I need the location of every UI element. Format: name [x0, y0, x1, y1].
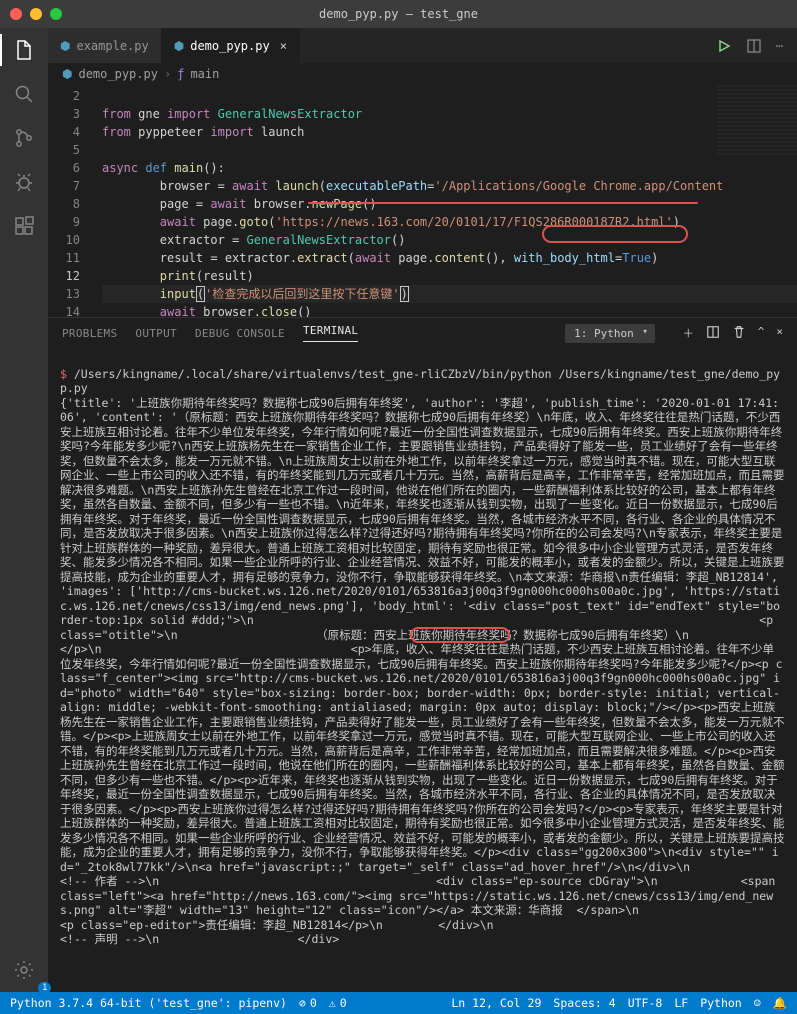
new-terminal-icon[interactable]: ＋	[683, 325, 694, 341]
panel-tab-terminal[interactable]: Terminal	[303, 324, 358, 342]
terminal-body: {'title': '上班族你期待年终奖吗？数据称七成90后拥有年终奖', 'a…	[60, 396, 797, 947]
settings-gear-icon[interactable]: 1	[12, 958, 36, 982]
status-encoding[interactable]: UTF-8	[628, 996, 663, 1010]
close-panel-icon[interactable]: ×	[776, 325, 783, 341]
status-python[interactable]: Python 3.7.4 64-bit ('test_gne': pipenv)	[10, 996, 287, 1010]
symbol-method-icon: ƒ	[177, 67, 184, 81]
annotation-url-underline	[308, 202, 698, 204]
breadcrumb-file: demo_pyp.py	[78, 67, 157, 81]
tab-example[interactable]: ⬢ example.py	[48, 28, 162, 63]
more-icon[interactable]: ⋯	[776, 39, 783, 53]
terminal-selector[interactable]: 1: Python	[565, 324, 655, 343]
status-errors[interactable]: ⊘ 0	[299, 996, 317, 1010]
status-feedback-icon[interactable]: ☺	[754, 996, 761, 1010]
tab-demo-pyp[interactable]: ⬢ demo_pyp.py ×	[162, 28, 300, 63]
window-title: demo_pyp.py — test_gne	[0, 7, 797, 21]
python-file-icon: ⬢	[174, 39, 184, 53]
status-bar: Python 3.7.4 64-bit ('test_gne': pipenv)…	[0, 992, 797, 1014]
title-bar: demo_pyp.py — test_gne	[0, 0, 797, 28]
editor-tabs: ⬢ example.py ⬢ demo_pyp.py × ⋯	[48, 28, 797, 63]
kill-terminal-icon[interactable]	[732, 325, 746, 341]
annotation-with-body-html	[542, 225, 688, 243]
tab-label: demo_pyp.py	[190, 39, 269, 53]
panel: Problems Output Debug Console Terminal 1…	[48, 317, 797, 992]
status-bell-icon[interactable]: 🔔	[773, 996, 787, 1010]
python-file-icon: ⬢	[60, 39, 70, 53]
breadcrumb-symbol: main	[190, 67, 219, 81]
panel-tabs: Problems Output Debug Console Terminal 1…	[48, 318, 797, 348]
minimap[interactable]	[717, 85, 797, 155]
code-editor[interactable]: 234567891011121314 from gne import Gener…	[48, 85, 797, 317]
run-icon[interactable]	[716, 38, 732, 54]
debug-icon[interactable]	[12, 170, 36, 194]
source-control-icon[interactable]	[12, 126, 36, 150]
status-eol[interactable]: LF	[674, 996, 688, 1010]
status-spaces[interactable]: Spaces: 4	[553, 996, 615, 1010]
explorer-icon[interactable]	[12, 38, 36, 62]
split-editor-icon[interactable]	[746, 38, 762, 54]
status-warnings[interactable]: ⚠ 0	[329, 996, 347, 1010]
status-lncol[interactable]: Ln 12, Col 29	[451, 996, 541, 1010]
line-gutter: 234567891011121314	[48, 85, 94, 317]
extensions-icon[interactable]	[12, 214, 36, 238]
split-terminal-icon[interactable]	[706, 325, 720, 341]
terminal-output[interactable]: $ /Users/kingname/.local/share/virtualen…	[48, 348, 797, 992]
breadcrumb[interactable]: ⬢ demo_pyp.py › ƒ main	[48, 63, 797, 85]
tab-label: example.py	[76, 39, 148, 53]
close-tab-icon[interactable]: ×	[280, 39, 287, 53]
python-file-icon: ⬢	[62, 67, 72, 81]
annotation-body-html-key	[410, 627, 510, 643]
panel-tab-debug[interactable]: Debug Console	[195, 327, 285, 340]
maximize-panel-icon[interactable]: ^	[758, 325, 765, 341]
activity-bar: 1	[0, 28, 48, 992]
panel-tab-problems[interactable]: Problems	[62, 327, 117, 340]
chevron-right-icon: ›	[164, 67, 171, 81]
panel-tab-output[interactable]: Output	[135, 327, 177, 340]
status-lang[interactable]: Python	[700, 996, 742, 1010]
search-icon[interactable]	[12, 82, 36, 106]
code-content[interactable]: from gne import GeneralNewsExtractor fro…	[102, 85, 797, 317]
